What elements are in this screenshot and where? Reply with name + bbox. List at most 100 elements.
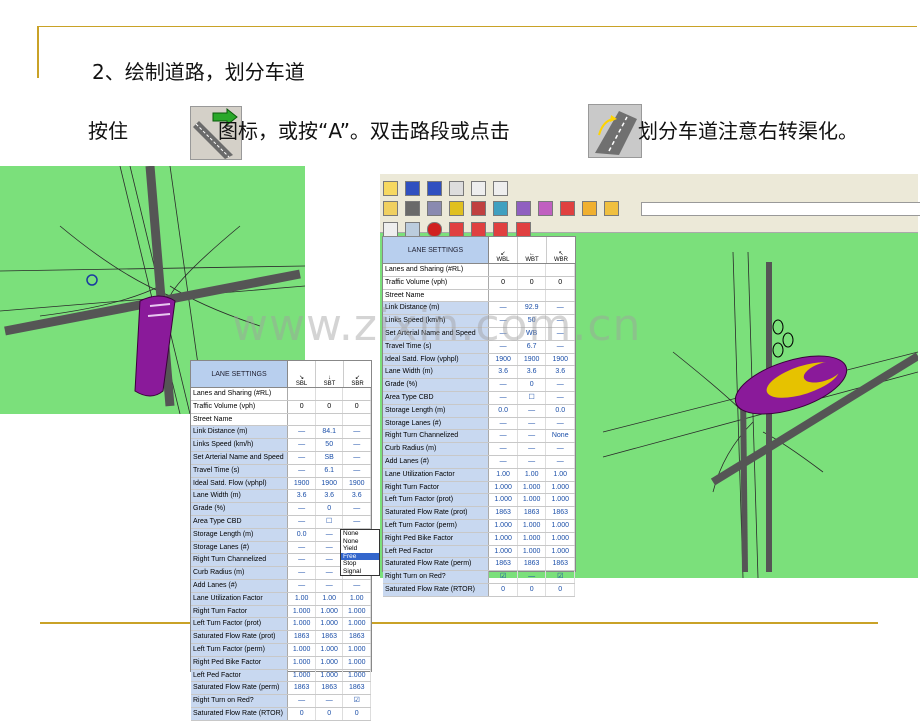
row-value-cell[interactable]: 1.00: [546, 468, 576, 481]
row-value-cell[interactable]: 1900: [546, 353, 576, 366]
row-value-cell[interactable]: 1.000: [343, 643, 372, 656]
open-folder-icon[interactable]: [383, 181, 398, 196]
row-value-cell[interactable]: 3.6: [546, 366, 576, 379]
left-lane-settings-table[interactable]: LANE SETTINGS ↘ SBL ↓ SBT ↙ SBR Lanes and S…: [190, 360, 372, 721]
dropdown-option[interactable]: None: [341, 538, 379, 546]
row-value-cell[interactable]: 0: [288, 400, 316, 413]
row-value-cell[interactable]: —: [546, 443, 576, 455]
row-value-cell[interactable]: 0: [316, 503, 344, 515]
right-intersection-map[interactable]: [573, 232, 918, 578]
row-value-cell[interactable]: 1.000: [316, 643, 344, 656]
row-value-cell[interactable]: 0.0: [288, 528, 316, 541]
arrow-up-icon[interactable]: [493, 222, 509, 237]
lane-settings-icon[interactable]: [405, 201, 421, 216]
row-value-cell[interactable]: 0: [489, 276, 518, 289]
row-value-cell[interactable]: 1863: [316, 631, 344, 643]
row-value-cell[interactable]: 1900: [489, 353, 518, 366]
row-value-cell[interactable]: 1863: [489, 507, 518, 519]
redo-icon[interactable]: [493, 181, 509, 196]
transform-icon[interactable]: [559, 201, 575, 216]
row-value-cell[interactable]: 1.000: [546, 532, 576, 545]
row-value-cell[interactable]: [343, 388, 372, 400]
row-value-cell[interactable]: 0: [546, 276, 576, 289]
save-icon[interactable]: [405, 181, 421, 196]
row-value-cell[interactable]: —: [546, 379, 576, 391]
row-value-cell[interactable]: ☑: [343, 695, 372, 707]
time-space-icon[interactable]: [581, 201, 597, 216]
row-value-cell[interactable]: —: [546, 417, 576, 430]
row-value-cell[interactable]: —: [518, 417, 547, 430]
dropdown-option-selected[interactable]: Free: [341, 552, 379, 560]
row-value-cell[interactable]: SB: [316, 451, 344, 464]
row-value-cell[interactable]: 1.00: [343, 592, 372, 605]
row-value-cell[interactable]: 1900: [288, 477, 316, 490]
row-value-cell[interactable]: —: [343, 439, 372, 451]
row-value-cell[interactable]: [489, 264, 518, 276]
row-value-cell[interactable]: —: [288, 541, 316, 554]
row-value-cell[interactable]: 0: [546, 583, 576, 596]
simulation-settings-icon[interactable]: [515, 201, 531, 216]
row-value-cell[interactable]: 0.0: [546, 404, 576, 417]
row-value-cell[interactable]: 1.000: [518, 532, 547, 545]
row-value-cell[interactable]: 0: [316, 400, 344, 413]
row-value-cell[interactable]: 1.000: [316, 605, 344, 618]
row-value-cell[interactable]: 0: [518, 379, 547, 391]
right-turn-channelized-dropdown[interactable]: None None Yield Free Stop Signal: [340, 529, 380, 576]
row-value-cell[interactable]: 1.000: [489, 494, 518, 507]
row-value-cell[interactable]: —: [343, 515, 372, 528]
row-value-cell[interactable]: 3.6: [518, 366, 547, 379]
grid-view-icon[interactable]: [405, 222, 421, 237]
row-value-cell[interactable]: 1.000: [343, 605, 372, 618]
right-lane-settings-table[interactable]: LANE SETTINGS ↙ WBL ← WBT ↖ WBR Lanes and S…: [382, 236, 576, 597]
row-value-cell[interactable]: —: [343, 579, 372, 592]
row-value-cell[interactable]: 1.000: [343, 618, 372, 631]
row-value-cell[interactable]: 1.00: [489, 468, 518, 481]
arrow-left-icon[interactable]: [471, 222, 487, 237]
row-value-cell[interactable]: 1.000: [316, 669, 344, 682]
dropdown-option[interactable]: None: [341, 530, 379, 538]
row-value-cell[interactable]: 1.000: [288, 618, 316, 631]
row-value-cell[interactable]: —: [489, 443, 518, 455]
save-as-icon[interactable]: [427, 181, 443, 196]
row-value-cell[interactable]: ☑: [489, 571, 518, 583]
row-value-cell[interactable]: 1.000: [288, 656, 316, 669]
row-value-cell[interactable]: 1.000: [343, 656, 372, 669]
arrow-down-icon[interactable]: [515, 222, 531, 237]
row-value-cell[interactable]: 1.00: [316, 592, 344, 605]
row-value-cell[interactable]: —: [489, 455, 518, 468]
arrow-right-icon[interactable]: [449, 222, 465, 237]
row-value-cell[interactable]: 1863: [288, 682, 316, 695]
row-value-cell[interactable]: 1.000: [518, 519, 547, 532]
row-value-cell[interactable]: 1863: [343, 682, 372, 695]
row-value-cell[interactable]: —: [288, 579, 316, 592]
row-value-cell[interactable]: —: [288, 451, 316, 464]
detector-settings-icon[interactable]: [537, 201, 553, 216]
row-value-cell[interactable]: 1.000: [546, 494, 576, 507]
row-value-cell[interactable]: 0: [343, 707, 372, 720]
row-value-cell[interactable]: —: [546, 455, 576, 468]
row-value-cell[interactable]: —: [518, 455, 547, 468]
row-value-cell[interactable]: —: [518, 443, 547, 455]
volume-settings-icon[interactable]: [427, 201, 443, 216]
row-value-cell[interactable]: 0.0: [489, 404, 518, 417]
row-value-cell[interactable]: 1.000: [518, 481, 547, 494]
row-value-cell[interactable]: ☐: [518, 391, 547, 404]
row-value-cell[interactable]: 1.000: [546, 545, 576, 558]
row-value-cell[interactable]: —: [316, 695, 344, 707]
row-value-cell[interactable]: —: [288, 426, 316, 439]
row-value-cell[interactable]: 1.000: [489, 519, 518, 532]
row-value-cell[interactable]: —: [288, 503, 316, 515]
row-value-cell[interactable]: 1863: [518, 507, 547, 519]
row-value-cell[interactable]: —: [489, 417, 518, 430]
row-value-cell[interactable]: 1863: [316, 682, 344, 695]
row-value-cell[interactable]: 1863: [546, 507, 576, 519]
row-value-cell[interactable]: 0: [288, 707, 316, 720]
row-value-cell[interactable]: —: [316, 579, 344, 592]
row-value-cell[interactable]: 1.000: [316, 618, 344, 631]
row-value-cell[interactable]: —: [343, 464, 372, 477]
optimize-icon[interactable]: [603, 201, 619, 216]
row-value-cell[interactable]: [518, 264, 547, 276]
signing-settings-icon[interactable]: [471, 201, 487, 216]
row-value-cell[interactable]: 3.6: [343, 490, 372, 503]
row-value-cell[interactable]: 1900: [343, 477, 372, 490]
